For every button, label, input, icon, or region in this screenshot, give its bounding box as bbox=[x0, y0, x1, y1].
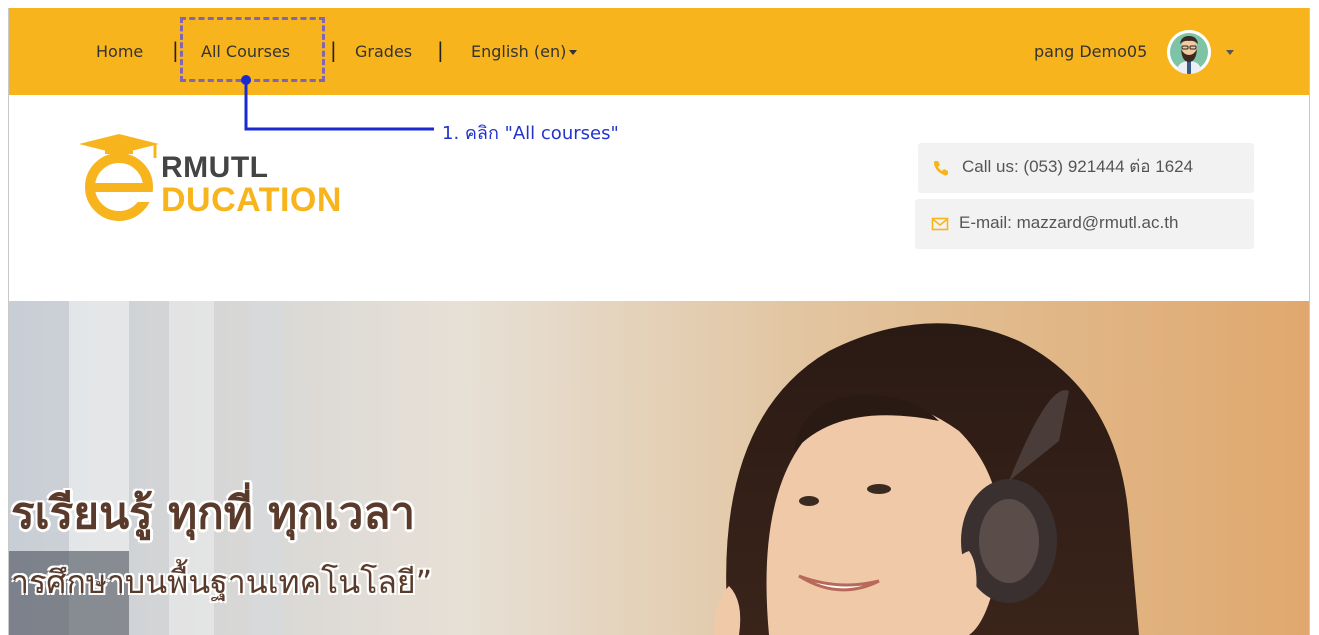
contact-phone: Call us: (053) 921444 ต่อ 1624 bbox=[918, 143, 1254, 193]
contact-phone-text: Call us: (053) 921444 ต่อ 1624 bbox=[962, 157, 1194, 176]
graduation-cap-e-logo-icon bbox=[79, 134, 159, 221]
hero-subheadline: ารศึกษาบนพื้นฐานเทคโนโลยี” bbox=[11, 563, 433, 601]
logo-text-rmutl: RMUTL bbox=[161, 151, 269, 184]
contact-email-text: E-mail: mazzard@rmutl.ac.th bbox=[959, 213, 1179, 232]
hero-banner: รเรียนรู้ ทุกที่ ทุกเวลา ารศึกษาบนพื้นฐา… bbox=[9, 301, 1309, 635]
logo-text-education: DUCATION bbox=[161, 181, 342, 219]
envelope-icon bbox=[931, 217, 949, 231]
phone-icon bbox=[934, 161, 948, 176]
hero-headline: รเรียนรู้ ทุกที่ ทุกเวลา bbox=[11, 488, 416, 539]
browser-viewport: Home | All Courses | Grades | English (e… bbox=[8, 8, 1310, 635]
contact-email[interactable]: E-mail: mazzard@rmutl.ac.th bbox=[915, 199, 1254, 249]
annotation-instruction: 1. คลิก "All courses" bbox=[442, 123, 619, 144]
